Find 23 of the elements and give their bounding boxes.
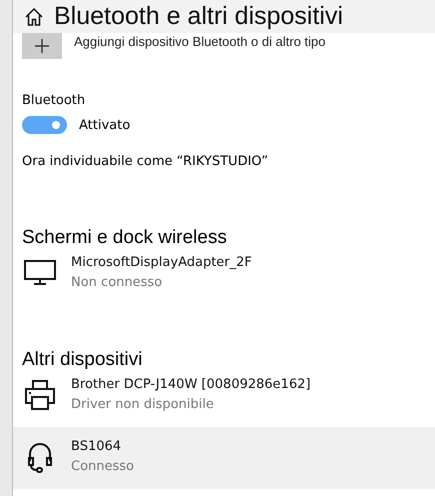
bluetooth-label: Bluetooth bbox=[22, 93, 86, 108]
device-name: MicrosoftDisplayAdapter_2F bbox=[71, 254, 252, 272]
device-item[interactable]: Brother DCP-J140W [00809286e162] Driver non disponibile bbox=[13, 371, 435, 421]
add-device-link[interactable]: Aggiungi dispositivo Bluetooth o di altro tipo bbox=[74, 34, 326, 49]
device-status: Connesso bbox=[71, 458, 134, 476]
device-status: Non connesso bbox=[71, 274, 164, 292]
device-item[interactable]: MicrosoftDisplayAdapter_2F Non connesso bbox=[13, 249, 435, 299]
plus-icon bbox=[32, 36, 52, 56]
add-button[interactable] bbox=[22, 33, 62, 59]
device-status: Driver non disponibile bbox=[71, 396, 215, 414]
page-title: Bluetooth e altri dispositivi bbox=[54, 2, 344, 31]
device-item[interactable]: BS1064 Connesso bbox=[13, 427, 435, 489]
section-heading: Altri dispositivi bbox=[22, 349, 144, 371]
headset-icon bbox=[27, 441, 53, 473]
toggle-state-label: Attivato bbox=[79, 118, 130, 132]
bluetooth-toggle[interactable] bbox=[22, 116, 67, 134]
device-name: BS1064 bbox=[71, 438, 122, 456]
section-heading: Schermi e dock wireless bbox=[22, 227, 228, 249]
printer-icon bbox=[24, 379, 56, 411]
device-name: Brother DCP-J140W [00809286e162] bbox=[71, 376, 311, 394]
monitor-icon bbox=[24, 260, 56, 286]
discoverable-text: Ora individuabile come “RIKYSTUDIO” bbox=[22, 154, 270, 169]
home-icon[interactable] bbox=[24, 6, 44, 26]
